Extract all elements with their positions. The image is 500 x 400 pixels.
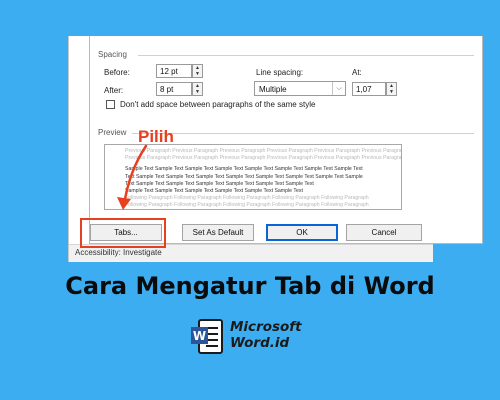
after-spinner[interactable]: 8 pt ▲ ▼ — [156, 82, 203, 96]
preview-following-line: Following Paragraph Following Paragraph … — [125, 195, 369, 202]
preview-sample-line: Sample Text Sample Text Sample Text Samp… — [125, 166, 363, 173]
cancel-button[interactable]: Cancel — [346, 224, 422, 241]
logo-badge-letter: W — [193, 329, 206, 343]
callout-arrow-icon — [117, 144, 148, 210]
preview-previous-line: Previous Paragraph Previous Paragraph Pr… — [125, 148, 402, 154]
tabs-highlight-box — [80, 218, 166, 248]
after-label: After: — [104, 86, 124, 95]
dont-add-space-checkbox[interactable] — [106, 100, 115, 109]
at-label: At: — [352, 68, 362, 77]
ok-button[interactable]: OK — [266, 224, 338, 241]
preview-sample-line: Sample Text Sample Text Sample Text Samp… — [125, 188, 303, 195]
preview-divider — [132, 133, 474, 134]
preview-sample-line: Text Sample Text Sample Text Sample Text… — [125, 180, 314, 187]
preview-sample-line: Text Sample Text Sample Text Sample Text… — [125, 173, 363, 180]
page-headline: Cara Mengatur Tab di Word — [65, 272, 435, 300]
preview-previous-line: Previous Paragraph Previous Paragraph Pr… — [125, 155, 402, 162]
spin-down-icon[interactable]: ▼ — [193, 71, 202, 77]
at-value: 1,07 — [356, 85, 372, 94]
spacing-group-label: Spacing — [98, 50, 127, 59]
word-logo-icon: W — [191, 319, 223, 354]
after-spin-arrows[interactable]: ▲ ▼ — [192, 82, 203, 96]
after-value: 8 pt — [160, 85, 174, 94]
spin-down-icon[interactable]: ▼ — [387, 89, 396, 95]
microsoft-word-id-logo: W Microsoft Word.id — [190, 316, 318, 360]
line-spacing-select[interactable]: Multiple ⌵ — [254, 81, 346, 96]
before-label: Before: — [104, 68, 130, 77]
before-value: 12 pt — [160, 67, 178, 76]
at-spinner[interactable]: 1,07 ▲ ▼ — [352, 82, 397, 96]
accessibility-status[interactable]: Accessibility: Investigate — [75, 248, 162, 257]
before-spinner[interactable]: 12 pt ▲ ▼ — [156, 64, 203, 78]
logo-line-1: Microsoft — [230, 319, 302, 335]
line-spacing-label: Line spacing: — [256, 68, 304, 77]
preview-following-line: Following Paragraph Following Paragraph … — [125, 202, 369, 209]
logo-line-2: Word.id — [230, 335, 290, 351]
set-as-default-button[interactable]: Set As Default — [182, 224, 254, 241]
line-spacing-value: Multiple — [259, 85, 287, 94]
spin-down-icon[interactable]: ▼ — [193, 89, 202, 95]
before-spin-arrows[interactable]: ▲ ▼ — [192, 64, 203, 78]
chevron-down-icon[interactable]: ⌵ — [332, 82, 345, 95]
spacing-divider — [138, 55, 474, 56]
preview-group-label: Preview — [98, 128, 127, 137]
dont-add-space-label[interactable]: Don't add space between paragraphs of th… — [120, 100, 315, 109]
logo-wordmark: Microsoft Word.id — [230, 319, 302, 351]
at-spin-arrows[interactable]: ▲ ▼ — [386, 82, 397, 96]
